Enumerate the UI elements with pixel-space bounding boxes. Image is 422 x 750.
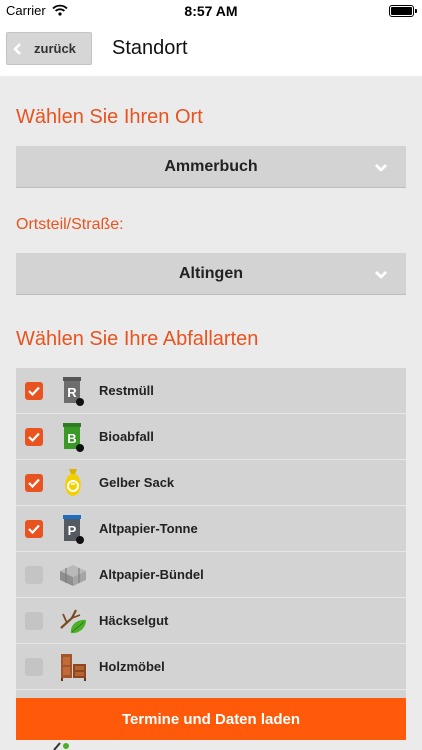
waste-types-heading: Wählen Sie Ihre Abfallarten bbox=[16, 328, 259, 350]
waste-label: Altpapier-Bündel bbox=[99, 567, 204, 582]
waste-label: Bioabfall bbox=[99, 429, 154, 444]
checkbox-checked[interactable] bbox=[25, 427, 43, 446]
district-select[interactable]: Altingen bbox=[16, 253, 406, 295]
waste-type-list: R Restmüll B Bioabfall Gelber Sack P Alt… bbox=[16, 368, 406, 698]
waste-label: Holzmöbel bbox=[99, 659, 165, 674]
checkbox-unchecked[interactable] bbox=[25, 611, 43, 630]
svg-text:P: P bbox=[68, 523, 77, 538]
waste-row-haeckselgut[interactable]: Häckselgut bbox=[16, 598, 406, 644]
waste-label: Restmüll bbox=[99, 383, 154, 398]
navigation-bar: zurück Standort bbox=[0, 22, 422, 76]
svg-text:R: R bbox=[67, 385, 77, 400]
next-item-icon bbox=[53, 742, 69, 750]
page-title: Standort bbox=[112, 37, 188, 59]
location-heading: Wählen Sie Ihren Ort bbox=[16, 106, 203, 128]
waste-row-altpapier-tonne[interactable]: P Altpapier-Tonne bbox=[16, 506, 406, 552]
back-button-label: zurück bbox=[34, 41, 76, 56]
checkbox-checked[interactable] bbox=[25, 519, 43, 538]
svg-text:B: B bbox=[67, 431, 76, 446]
checkbox-unchecked[interactable] bbox=[25, 565, 43, 584]
waste-row-restmuell[interactable]: R Restmüll bbox=[16, 368, 406, 414]
battery-icon bbox=[389, 5, 417, 17]
yellow-sack-icon bbox=[58, 466, 88, 500]
checkbox-checked[interactable] bbox=[25, 473, 43, 492]
wooden-furniture-icon bbox=[58, 650, 88, 684]
waste-row-holzmoebel[interactable]: Holzmöbel bbox=[16, 644, 406, 690]
waste-label: Häckselgut bbox=[99, 613, 169, 628]
waste-label: Altpapier-Tonne bbox=[99, 521, 198, 536]
chevron-down-icon bbox=[375, 271, 387, 279]
chevron-down-icon bbox=[375, 164, 387, 172]
checkbox-unchecked[interactable] bbox=[25, 657, 43, 676]
checkbox-checked[interactable] bbox=[25, 381, 43, 400]
paper-bin-icon: P bbox=[58, 512, 88, 546]
status-bar: Carrier 8:57 AM bbox=[0, 0, 422, 22]
restmuell-bin-icon: R bbox=[58, 374, 88, 408]
waste-row-altpapier-buendel[interactable]: Altpapier-Bündel bbox=[16, 552, 406, 598]
place-select[interactable]: Ammerbuch bbox=[16, 146, 406, 188]
waste-row-bioabfall[interactable]: B Bioabfall bbox=[16, 414, 406, 460]
clock-time: 8:57 AM bbox=[184, 3, 238, 19]
waste-row-gelber-sack[interactable]: Gelber Sack bbox=[16, 460, 406, 506]
district-label: Ortsteil/Straße: bbox=[16, 216, 124, 233]
paper-bundle-icon bbox=[58, 558, 88, 592]
back-button[interactable]: zurück bbox=[6, 32, 92, 65]
place-select-value: Ammerbuch bbox=[164, 157, 258, 175]
district-select-value: Altingen bbox=[179, 264, 243, 282]
branch-leaf-icon bbox=[58, 604, 88, 638]
bio-bin-icon: B bbox=[58, 420, 88, 454]
waste-label: Gelber Sack bbox=[99, 475, 175, 490]
load-dates-button[interactable]: Termine und Daten laden bbox=[16, 698, 406, 740]
chevron-left-icon bbox=[7, 32, 29, 65]
waste-row-partial[interactable] bbox=[16, 690, 406, 698]
